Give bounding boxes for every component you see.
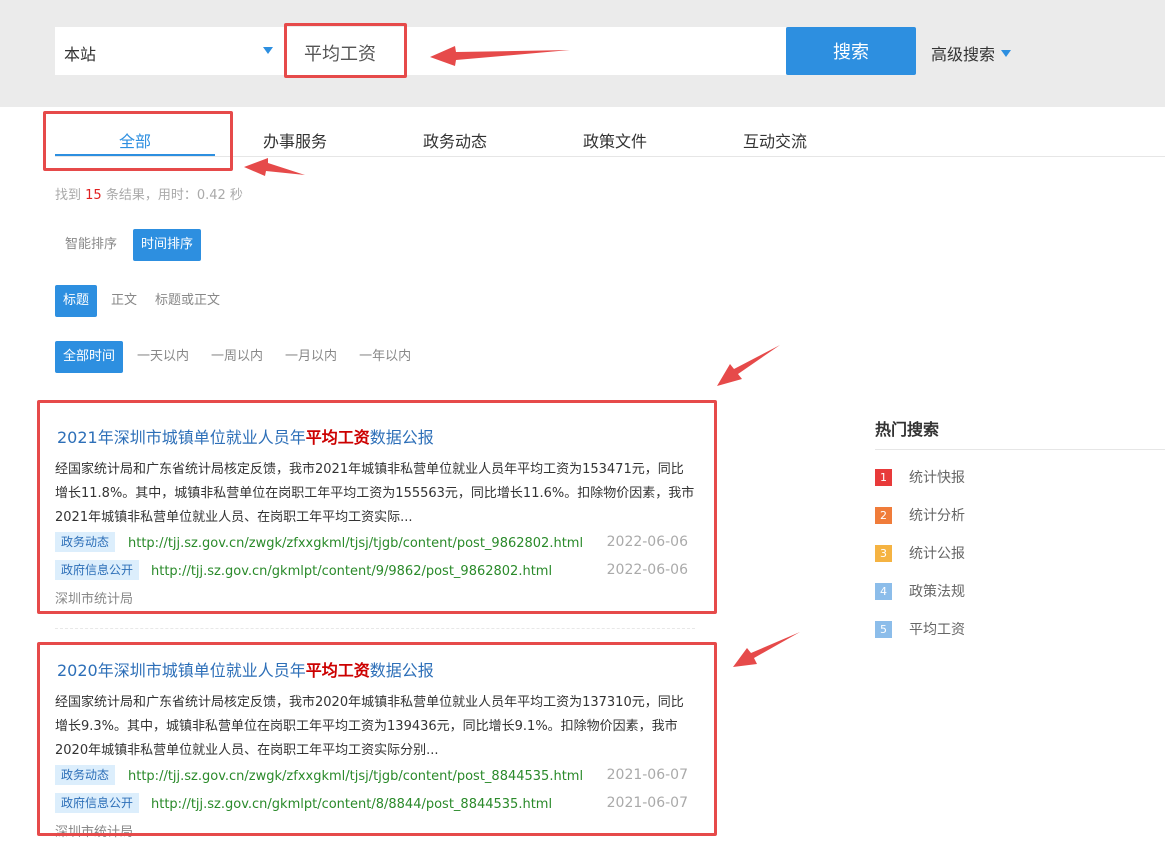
arrow-icon bbox=[244, 158, 305, 176]
annotation-arrows bbox=[244, 46, 800, 667]
arrow-icon bbox=[717, 345, 780, 386]
arrow-icon bbox=[733, 632, 800, 667]
arrow-icon bbox=[430, 46, 570, 66]
